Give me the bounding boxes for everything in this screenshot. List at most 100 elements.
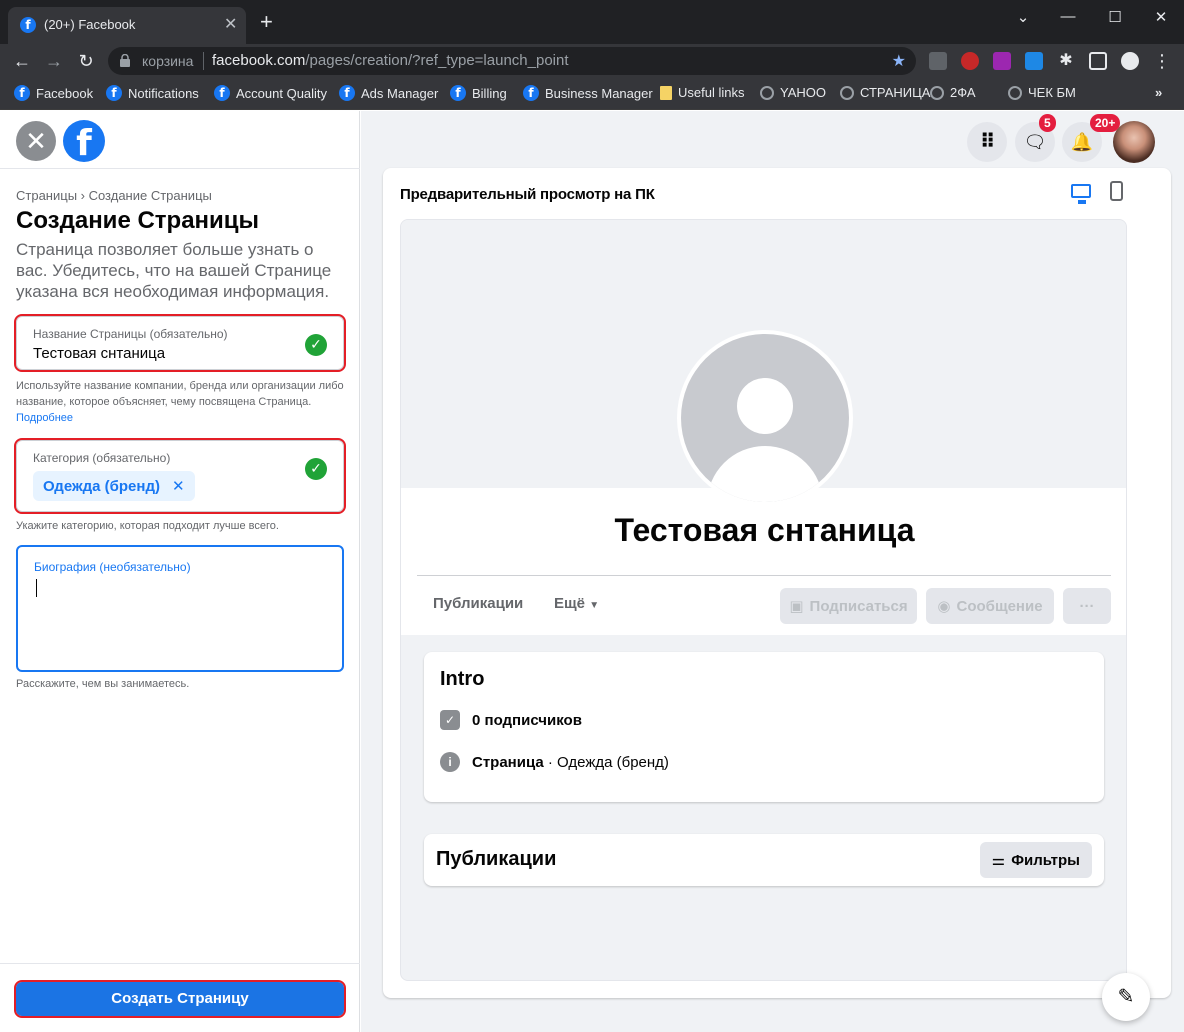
maximize-icon[interactable]: ☐ xyxy=(1100,8,1130,26)
extension-red-icon[interactable] xyxy=(961,52,979,70)
mobile-preview-icon[interactable] xyxy=(1110,181,1123,201)
follow-button[interactable]: ▣ Подписаться xyxy=(780,588,917,624)
category-help: Укажите категорию, которая подходит лучш… xyxy=(16,520,279,532)
category-chip[interactable]: Одежда (бренд) ✕ xyxy=(33,471,195,501)
page-name-field[interactable]: Название Страницы (обязательно) Тестовая… xyxy=(14,314,346,372)
page-preview: Тестовая снтаница Публикации Ещё ▼ ▣ Подп… xyxy=(400,219,1127,981)
create-page-button[interactable]: Создать Страницу xyxy=(14,980,346,1018)
tab-more-label: Ещё xyxy=(554,595,586,612)
divider xyxy=(417,575,1111,576)
facebook-icon: f xyxy=(214,85,230,101)
back-icon[interactable]: ← xyxy=(10,51,34,71)
page-name-value[interactable]: Тестовая снтаница xyxy=(33,345,165,362)
facebook-icon: f xyxy=(523,85,539,101)
page-name-help: Используйте название компании, бренда ил… xyxy=(16,378,348,426)
bookmark-item[interactable]: Useful links xyxy=(660,85,744,100)
globe-icon xyxy=(840,85,854,100)
posts-card: Публикации ⚌ Фильтры xyxy=(424,834,1104,886)
tab-search-icon[interactable]: ⌄ xyxy=(1008,8,1038,26)
bookmark-item[interactable]: f Business Manager xyxy=(523,85,653,101)
extensions-puzzle-icon[interactable]: ✱ xyxy=(1054,51,1078,71)
browser-toolbar: ← → ↻ корзина facebook.com/pages/creatio… xyxy=(0,44,1184,78)
followers-row: ✓ 0 подписчиков xyxy=(440,710,582,730)
desktop-preview-icon[interactable] xyxy=(1071,184,1091,204)
facebook-icon: f xyxy=(450,85,466,101)
facebook-favicon-icon: f xyxy=(20,17,36,33)
panel-footer: Создать Страницу xyxy=(0,963,360,1032)
compose-edit-icon[interactable]: ✎ xyxy=(1102,973,1150,1021)
preview-page-name: Тестовая снтаница xyxy=(614,512,915,548)
more-bookmarks-icon[interactable]: » xyxy=(1155,85,1162,100)
facebook-logo-icon[interactable]: f xyxy=(63,120,105,164)
avatar[interactable] xyxy=(1113,121,1155,163)
filters-button[interactable]: ⚌ Фильтры xyxy=(979,842,1092,878)
globe-icon xyxy=(760,85,774,100)
facebook-icon: f xyxy=(106,85,122,101)
tab-title: (20+) Facebook xyxy=(44,17,136,32)
page-title: Создание Страницы xyxy=(16,207,260,234)
remove-chip-icon[interactable]: ✕ xyxy=(172,477,185,495)
learn-more-link[interactable]: Подробнее xyxy=(16,412,73,424)
messenger-small-icon: ◉ xyxy=(937,598,951,615)
page-name-label: Название Страницы (обязательно) xyxy=(33,327,228,341)
messenger-icon[interactable]: 🗨 5 xyxy=(1015,114,1056,162)
extension-blue-icon[interactable] xyxy=(1025,52,1043,70)
message-label: Сообщение xyxy=(956,597,1043,615)
browser-tab-bar: f (20+) Facebook ✕ + ⌄ — ☐ ✕ xyxy=(0,0,1184,44)
window-close-icon[interactable]: ✕ xyxy=(1146,8,1176,26)
page-description: Страница позволяет больше узнать о вас. … xyxy=(16,240,332,301)
address-bar[interactable]: корзина facebook.com/pages/creation/?ref… xyxy=(108,47,916,75)
followers-count: 0 подписчиков xyxy=(472,711,582,729)
address-separator xyxy=(203,52,204,70)
menu-grid-icon[interactable]: ⠿ xyxy=(967,122,1007,162)
intro-title: Intro xyxy=(440,668,485,690)
site-label: корзина xyxy=(142,53,194,69)
url-text: facebook.com/pages/creation/?ref_type=la… xyxy=(212,52,569,69)
filter-sliders-icon: ⚌ xyxy=(991,852,1006,869)
caret-down-icon: ▼ xyxy=(589,600,600,611)
close-tab-icon[interactable]: ✕ xyxy=(224,14,237,34)
page-name-help-text: Используйте название компании, бренда ил… xyxy=(16,380,344,408)
bookmark-item[interactable]: YAHOO xyxy=(760,85,826,100)
close-icon[interactable]: ✕ xyxy=(16,121,56,161)
bio-help: Расскажите, чем вы занимаетесь. xyxy=(16,678,190,690)
bookmark-item[interactable]: СТРАНИЦА xyxy=(840,85,930,100)
profile-picture xyxy=(677,330,853,506)
bookmark-item[interactable]: ЧЕК БМ xyxy=(1008,85,1076,100)
extension-purple-icon[interactable] xyxy=(993,52,1011,70)
more-options-button[interactable]: ··· xyxy=(1063,588,1111,624)
browser-tab[interactable]: f (20+) Facebook ✕ xyxy=(8,7,246,44)
bookmark-item[interactable]: f Facebook xyxy=(14,85,93,101)
tab-publications[interactable]: Публикации xyxy=(433,595,523,612)
side-panel-icon[interactable] xyxy=(1089,52,1107,70)
new-tab-icon[interactable]: + xyxy=(260,11,273,33)
profile-icon[interactable] xyxy=(1121,52,1139,70)
bookmark-item[interactable]: f Account Quality xyxy=(214,85,327,101)
bookmarks-bar: f Facebook f Notifications f Account Qualit… xyxy=(0,78,1184,110)
followers-icon: ✓ xyxy=(440,710,460,730)
message-button[interactable]: ◉ Сообщение xyxy=(926,588,1054,624)
bookmark-item[interactable]: f Ads Manager xyxy=(339,85,438,101)
bookmark-item[interactable]: 2ФА xyxy=(930,85,976,100)
bookmark-label: Ads Manager xyxy=(361,85,439,101)
bookmark-star-icon[interactable]: ★ xyxy=(892,51,906,71)
minimize-icon[interactable]: — xyxy=(1053,8,1083,25)
category-field[interactable]: Категория (обязательно) Одежда (бренд) ✕ … xyxy=(14,438,346,514)
forward-icon[interactable]: → xyxy=(42,51,66,71)
bookmark-item[interactable]: f Billing xyxy=(450,85,507,101)
reload-icon[interactable]: ↻ xyxy=(74,51,98,71)
globe-icon xyxy=(930,85,944,100)
bio-textarea[interactable]: Биография (необязательно) xyxy=(16,545,344,672)
category-row: i Страница · Одежда (бренд) xyxy=(440,752,669,772)
extension-code-icon[interactable] xyxy=(929,52,947,70)
bookmark-label: Billing xyxy=(472,85,507,101)
notifications-bell-icon[interactable]: 🔔 20+ xyxy=(1062,114,1121,162)
preview-card: Предварительный просмотр на ПК Тестовая … xyxy=(383,168,1171,998)
bookmark-label: YAHOO xyxy=(780,85,826,100)
bookmark-item[interactable]: f Notifications xyxy=(106,85,199,101)
tab-more[interactable]: Ещё ▼ xyxy=(554,595,599,612)
page-category: · Одежда (бренд) xyxy=(543,753,669,771)
menu-kebab-icon[interactable]: ⋮ xyxy=(1150,51,1174,71)
follow-label: Подписаться xyxy=(809,597,908,615)
category-chip-label: Одежда (бренд) xyxy=(43,477,160,495)
